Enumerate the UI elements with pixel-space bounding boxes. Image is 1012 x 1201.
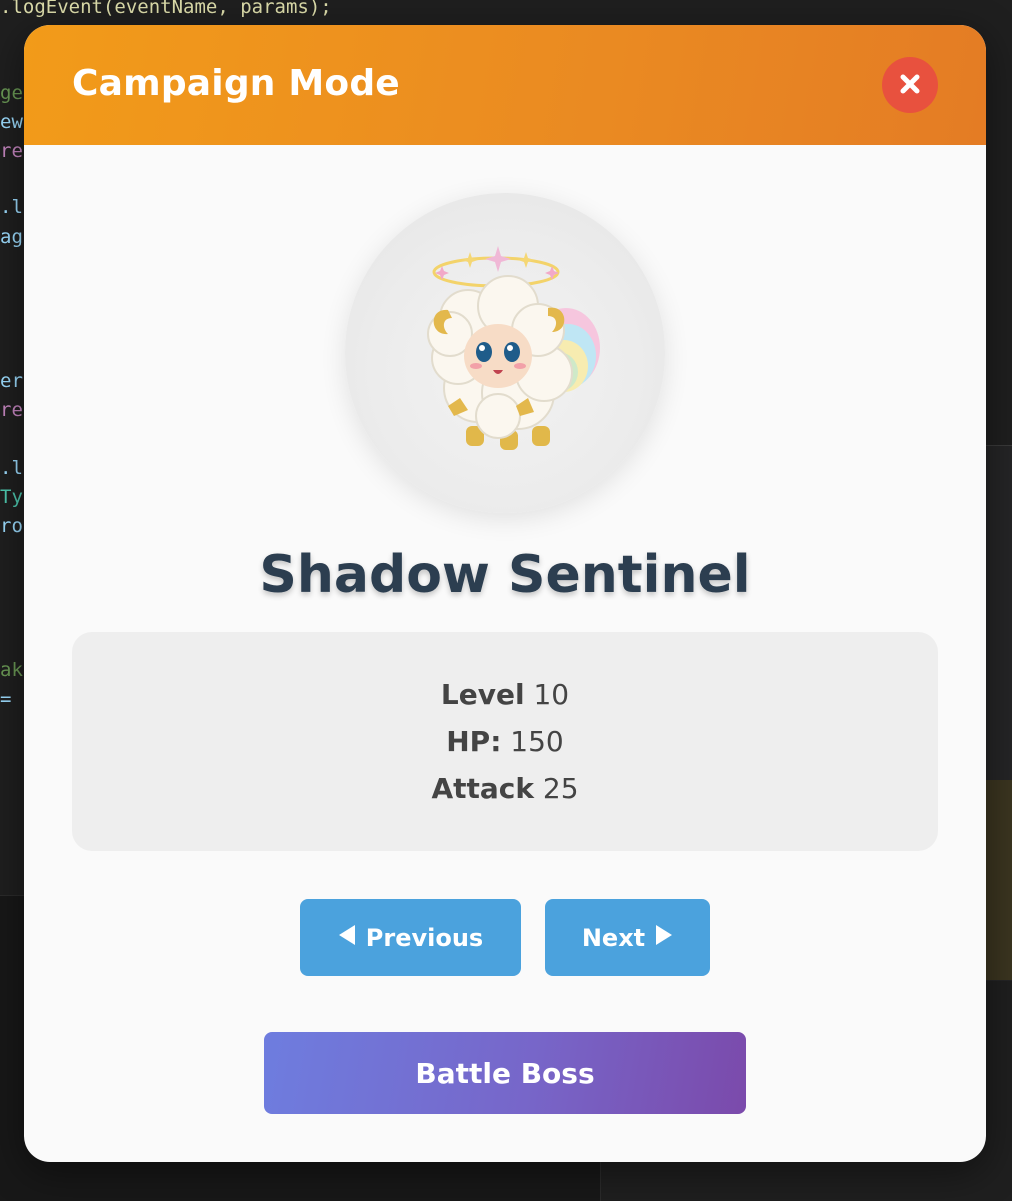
next-button[interactable]: Next (545, 899, 710, 976)
stat-level-label: Level (441, 678, 525, 711)
modal-title: Campaign Mode (72, 63, 400, 104)
stat-attack-label: Attack (431, 772, 534, 805)
close-x-icon (899, 73, 921, 98)
background-side-highlight (985, 780, 1012, 980)
stat-hp-value: 150 (510, 725, 563, 758)
stat-level: Level 10 (72, 678, 938, 711)
stat-attack: Attack 25 (72, 772, 938, 805)
previous-button[interactable]: Previous (300, 899, 521, 976)
background-code-line: .logEvent(eventName, params); (0, 0, 332, 18)
triangle-left-icon (338, 924, 356, 952)
modal-header: Campaign Mode (24, 25, 986, 145)
next-button-label: Next (582, 924, 645, 952)
enemy-avatar (408, 238, 608, 458)
close-button[interactable] (882, 57, 938, 113)
triangle-right-icon (655, 924, 673, 952)
stat-hp-label: HP: (446, 725, 501, 758)
enemy-stats-card: Level 10 HP: 150 Attack 25 (72, 632, 938, 851)
previous-button-label: Previous (366, 924, 483, 952)
enemy-name: Shadow Sentinel (24, 545, 986, 605)
stat-level-value: 10 (533, 678, 569, 711)
battle-boss-button[interactable]: Battle Boss (264, 1032, 746, 1114)
stat-hp: HP: 150 (72, 725, 938, 758)
campaign-modal: Campaign Mode (24, 25, 986, 1162)
stat-attack-value: 25 (543, 772, 579, 805)
